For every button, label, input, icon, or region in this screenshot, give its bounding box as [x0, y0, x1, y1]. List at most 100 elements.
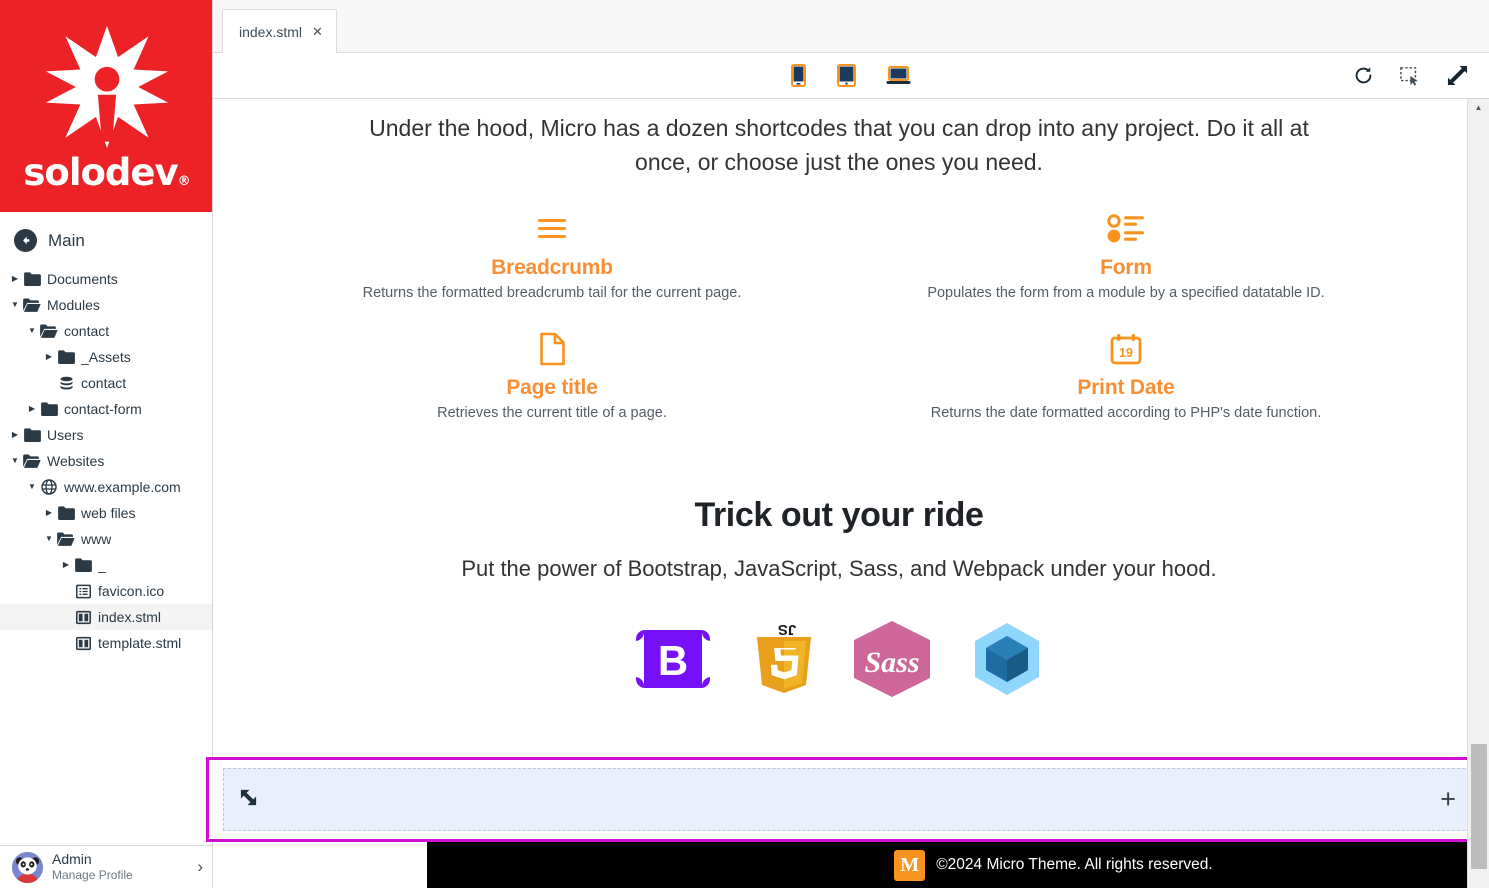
twisty-collapsed-icon[interactable]: ▶ [42, 353, 56, 361]
sidebar: solodev® Main ▶ Documents ▼ Modules ▼ contact… [0, 0, 213, 888]
shortcode-card-form[interactable]: Form Populates the form from a module by… [839, 201, 1413, 304]
folder-open-icon [56, 532, 76, 546]
shortcode-title: Page title [506, 376, 598, 400]
twisty-expanded-icon[interactable]: ▼ [42, 535, 56, 543]
scrollbar-thumb[interactable] [1471, 744, 1487, 869]
sass-logo: Sass [851, 620, 933, 703]
tree-item-label: favicon.ico [98, 583, 165, 599]
tree-item-label: contact [64, 323, 110, 339]
close-icon[interactable]: ✕ [312, 24, 323, 40]
section-subheading: Put the power of Bootstrap, JavaScript, … [461, 556, 1217, 582]
tablet-icon[interactable] [836, 64, 856, 87]
tree-item--[interactable]: ▶ _ [0, 552, 212, 578]
shortcode-card-breadcrumb[interactable]: Breadcrumb Returns the formatted breadcr… [265, 201, 839, 304]
brand-wordmark: solodev® [23, 150, 190, 194]
laptop-icon[interactable] [886, 65, 911, 86]
radio-list-icon [899, 209, 1353, 249]
calendar-day-number: 19 [1119, 346, 1133, 360]
toolbar-actions [1354, 65, 1489, 86]
expand-arrows-icon[interactable] [1447, 65, 1468, 86]
tree-item-template-stml[interactable]: template.stml [0, 630, 212, 656]
marquee-select-icon[interactable] [1399, 66, 1421, 86]
page-lead-text: Under the hood, Micro has a dozen shortc… [369, 115, 1309, 176]
twisty-collapsed-icon[interactable]: ▶ [8, 431, 22, 439]
tree-item-contact[interactable]: ▼ contact [0, 318, 212, 344]
twisty-expanded-icon[interactable]: ▼ [25, 327, 39, 335]
tree-item-documents[interactable]: ▶ Documents [0, 266, 212, 292]
tree-item-contact-form[interactable]: ▶ contact-form [0, 396, 212, 422]
tree-item-label: index.stml [98, 609, 162, 625]
tree-item-users[interactable]: ▶ Users [0, 422, 212, 448]
shortcode-card-print-date[interactable]: 19 Print Date Returns the date formatted… [839, 321, 1413, 424]
twisty-collapsed-icon[interactable]: ▶ [59, 561, 73, 569]
file-list-icon [73, 584, 93, 599]
tree-item-index-stml[interactable]: index.stml [0, 604, 212, 630]
shortcode-row-1: Breadcrumb Returns the formatted breadcr… [265, 201, 1413, 304]
tree-item-www-example-com[interactable]: ▼ www.example.com [0, 474, 212, 500]
tree-item-label: Users [47, 427, 84, 443]
app-root: solodev® Main ▶ Documents ▼ Modules ▼ contact… [0, 0, 1489, 888]
svg-text:JS: JS [778, 621, 796, 638]
panda-avatar [12, 851, 43, 883]
globe-icon [39, 479, 59, 495]
vertical-scrollbar[interactable]: ▲ [1467, 99, 1489, 888]
file-tree[interactable]: ▶ Documents ▼ Modules ▼ contact ▶ _Assets conta… [0, 266, 212, 660]
tree-item-contact[interactable]: contact [0, 370, 212, 396]
shortcode-description: Returns the date formatted according to … [930, 405, 1322, 422]
drop-zone-inner[interactable]: + [223, 768, 1470, 831]
refresh-icon[interactable] [1354, 66, 1373, 85]
drop-zone[interactable]: + [206, 757, 1487, 842]
folder-open-icon [22, 454, 42, 468]
page-layout-icon [73, 636, 93, 651]
webpack-logo [971, 622, 1043, 701]
tab-bar: index.stml ✕ [213, 0, 1489, 53]
solodev-starburst-icon [42, 22, 172, 152]
trick-out-section: Trick out your ride Put the power of Boo… [213, 424, 1465, 703]
user-account-strip[interactable]: Admin Manage Profile › [0, 845, 212, 888]
scroll-up-arrow-icon[interactable]: ▲ [1468, 99, 1489, 116]
tree-item-www[interactable]: ▼ www [0, 526, 212, 552]
tree-item-label: _ [98, 557, 106, 573]
tree-item-label: Websites [47, 453, 105, 469]
twisty-collapsed-icon[interactable]: ▶ [25, 405, 39, 413]
shortcode-row-2: Page title Retrieves the current title o… [265, 321, 1413, 424]
user-subtitle: Manage Profile [52, 868, 133, 883]
tree-item-favicon-ico[interactable]: favicon.ico [0, 578, 212, 604]
phone-icon[interactable] [791, 64, 806, 87]
back-arrow-icon[interactable] [14, 229, 37, 252]
tree-item-modules[interactable]: ▼ Modules [0, 292, 212, 318]
tree-item-label: www.example.com [64, 479, 181, 495]
shortcode-title: Form [1100, 256, 1152, 280]
shortcode-cards: Breadcrumb Returns the formatted breadcr… [213, 179, 1465, 424]
sidebar-nav-header[interactable]: Main [0, 212, 212, 266]
footer-copyright: ©2024 Micro Theme. All rights reserved. [936, 856, 1213, 873]
folder-open-icon [22, 298, 42, 312]
brand-logo-panel[interactable]: solodev® [0, 0, 212, 212]
tab-index-stml[interactable]: index.stml ✕ [222, 9, 337, 53]
shortcode-description: Retrieves the current title of a page. [437, 405, 667, 422]
twisty-expanded-icon[interactable]: ▼ [25, 483, 39, 491]
tree-item--assets[interactable]: ▶ _Assets [0, 344, 212, 370]
shortcode-description: Returns the formatted breadcrumb tail fo… [362, 285, 742, 302]
device-preview-group [791, 64, 911, 87]
twisty-expanded-icon[interactable]: ▼ [8, 457, 22, 465]
tree-item-websites[interactable]: ▼ Websites [0, 448, 212, 474]
twisty-expanded-icon[interactable]: ▼ [8, 301, 22, 309]
shortcode-card-page-title[interactable]: Page title Retrieves the current title o… [265, 321, 839, 424]
resize-corner-icon[interactable] [239, 788, 258, 812]
tree-item-label: contact [81, 375, 127, 391]
tree-item-web-files[interactable]: ▶ web files [0, 500, 212, 526]
plus-icon[interactable]: + [1440, 786, 1456, 813]
tree-item-label: contact-form [64, 401, 142, 417]
twisty-collapsed-icon[interactable]: ▶ [42, 509, 56, 517]
chevron-right-icon[interactable]: › [197, 857, 203, 877]
svg-text:Sass: Sass [864, 646, 919, 679]
preview-toolbar [213, 53, 1489, 99]
twisty-collapsed-icon[interactable]: ▶ [8, 275, 22, 283]
user-name: Admin [52, 850, 92, 867]
user-text: Admin Manage Profile [52, 851, 188, 884]
folder-closed-icon [22, 428, 42, 442]
